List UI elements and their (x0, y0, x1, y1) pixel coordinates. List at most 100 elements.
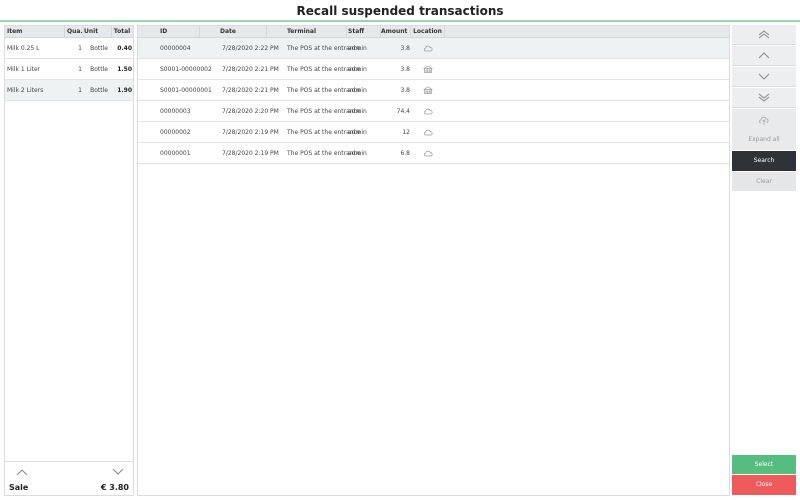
transaction-row[interactable]: 00000001 7/28/2020 2:19 PM The POS at the … (138, 143, 729, 164)
transaction-row[interactable]: S0001-00000001 7/28/2020 2:21 PM The POS a… (138, 80, 729, 101)
cloud-icon (423, 150, 433, 157)
transaction-cell-amount: 3.8 (400, 86, 410, 94)
transaction-cell-amount: 12 (402, 128, 410, 136)
expand-all-label: Expand all (748, 136, 780, 143)
previous-button[interactable] (732, 46, 796, 66)
transaction-cell-amount: 74.4 (396, 107, 410, 115)
transaction-cell-terminal: The POS at the entrance (287, 44, 361, 52)
transaction-cell-staff: admin (348, 65, 367, 73)
transaction-cell-date: 7/28/2020 2:21 PM (222, 65, 279, 73)
transaction-cell-staff: admin (348, 44, 367, 52)
cloud-icon (423, 45, 433, 52)
items-cell-qty: 1 (78, 44, 82, 52)
col-terminal[interactable]: Terminal (267, 26, 347, 37)
transaction-cell-amount: 6.8 (400, 149, 410, 157)
transaction-cell-id: 00000001 (160, 149, 191, 157)
select-button[interactable]: Select (732, 455, 796, 474)
items-header-total[interactable]: Total (112, 28, 133, 35)
transactions-list: 00000004 7/28/2020 2:22 PM The POS at the … (138, 38, 729, 164)
transaction-cell-terminal: The POS at the entrance (287, 128, 361, 136)
transaction-cell-location (411, 128, 445, 136)
search-button[interactable]: Search (732, 151, 796, 171)
transaction-cell-id: S0001-00000002 (160, 65, 212, 73)
items-header-unit[interactable]: Unit (84, 26, 112, 37)
items-cell-item: Milk 1 Liter (7, 65, 41, 73)
items-scroll-up-button[interactable] (15, 467, 29, 477)
transaction-cell-date: 7/28/2020 2:20 PM (222, 107, 279, 115)
expand-all-button[interactable]: Expand all (732, 109, 796, 150)
chevron-down-icon (758, 73, 770, 80)
close-button[interactable]: Close (732, 475, 796, 495)
transaction-cell-date: 7/28/2020 2:22 PM (222, 44, 279, 52)
transaction-row[interactable]: S0001-00000002 7/28/2020 2:21 PM The POS a… (138, 59, 729, 80)
last-page-button[interactable] (732, 88, 796, 108)
items-cell-total: 0.40 (117, 44, 132, 52)
items-list: Milk 0.25 L 1 Bottle 0.40 Milk 1 Liter 1 Bottl… (5, 38, 133, 101)
items-scroll-down-button[interactable] (111, 467, 125, 477)
next-button[interactable] (732, 67, 796, 87)
transaction-row[interactable]: 00000004 7/28/2020 2:22 PM The POS at the … (138, 38, 729, 59)
transaction-cell-date: 7/28/2020 2:21 PM (222, 86, 279, 94)
title-bar: Recall suspended transactions (0, 0, 800, 22)
transaction-cell-id: 00000003 (160, 107, 191, 115)
transaction-cell-location (411, 149, 445, 157)
items-cell-qty: 1 (78, 65, 82, 73)
cloud-icon (423, 108, 433, 115)
sale-label: Sale (9, 483, 29, 492)
items-header-qty[interactable]: Qua... (65, 26, 84, 37)
transaction-cell-id: 00000004 (160, 44, 191, 52)
cloud-upload-icon (759, 116, 769, 125)
chevron-up-icon (758, 52, 770, 59)
col-amount[interactable]: Amount (381, 26, 411, 37)
transactions-header: ID Date Terminal Staff Amount Location (138, 26, 729, 38)
transaction-cell-staff: admin (348, 149, 367, 157)
transaction-cell-id: S0001-00000001 (160, 86, 212, 94)
transaction-cell-date: 7/28/2020 2:19 PM (222, 128, 279, 136)
transaction-cell-id: 00000002 (160, 128, 191, 136)
items-panel: Item Qua... Unit Total Milk 0.25 L 1 Bottl… (4, 25, 134, 496)
transaction-cell-amount: 3.8 (400, 65, 410, 73)
col-staff[interactable]: Staff (347, 26, 381, 37)
double-chevron-down-icon (758, 93, 770, 102)
transaction-cell-terminal: The POS at the entrance (287, 86, 361, 94)
transaction-cell-terminal: The POS at the entrance (287, 149, 361, 157)
items-cell-total: 1.50 (117, 65, 132, 73)
transaction-cell-staff: admin (348, 107, 367, 115)
items-footer: Sale € 3.80 (5, 461, 133, 495)
items-header: Item Qua... Unit Total (5, 26, 133, 38)
transaction-row[interactable]: 00000002 7/28/2020 2:19 PM The POS at the … (138, 122, 729, 143)
items-cell-item: Milk 2 Liters (7, 86, 44, 94)
col-location[interactable]: Location (411, 26, 445, 37)
transaction-cell-amount: 3.8 (400, 44, 410, 52)
col-id[interactable]: ID (138, 26, 200, 37)
double-chevron-up-icon (758, 30, 770, 39)
items-cell-unit: Bottle (90, 44, 108, 52)
items-cell-unit: Bottle (90, 86, 108, 94)
sale-total: € 3.80 (100, 483, 129, 492)
action-column: Expand all Search Clear Select Close (732, 25, 796, 496)
transactions-table: ID Date Terminal Staff Amount Location 0… (137, 25, 730, 496)
transaction-row[interactable]: 00000003 7/28/2020 2:20 PM The POS at the … (138, 101, 729, 122)
col-date[interactable]: Date (200, 26, 267, 37)
items-cell-item: Milk 0.25 L (7, 44, 40, 52)
transaction-cell-location (411, 86, 445, 94)
clear-button[interactable]: Clear (732, 172, 796, 191)
transaction-cell-date: 7/28/2020 2:19 PM (222, 149, 279, 157)
store-icon (423, 65, 433, 73)
items-row[interactable]: Milk 0.25 L 1 Bottle 0.40 (5, 38, 133, 59)
transaction-cell-location (411, 44, 445, 52)
transaction-cell-staff: admin (348, 128, 367, 136)
items-cell-qty: 1 (78, 86, 82, 94)
first-page-button[interactable] (732, 25, 796, 45)
items-header-item[interactable]: Item (5, 26, 65, 37)
chevron-up-icon (16, 469, 28, 476)
chevron-down-icon (112, 468, 124, 475)
transaction-cell-location (411, 65, 445, 73)
transaction-cell-staff: admin (348, 86, 367, 94)
transaction-cell-location (411, 107, 445, 115)
transaction-cell-terminal: The POS at the entrance (287, 107, 361, 115)
items-row[interactable]: Milk 2 Liters 1 Bottle 1.90 (5, 80, 133, 101)
transaction-cell-terminal: The POS at the entrance (287, 65, 361, 73)
items-row[interactable]: Milk 1 Liter 1 Bottle 1.50 (5, 59, 133, 80)
items-cell-total: 1.90 (117, 86, 132, 94)
